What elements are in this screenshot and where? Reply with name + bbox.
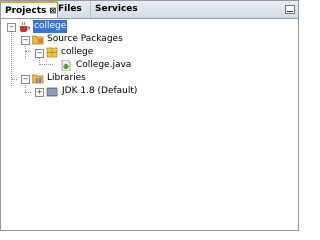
tab-bar: Projects ⊠ Files Services bbox=[1, 1, 298, 19]
tab-services-label: Services bbox=[95, 4, 138, 14]
libraries-folder-icon bbox=[32, 74, 44, 84]
package-icon bbox=[46, 47, 58, 58]
projects-panel: Projects ⊠ Files Services − college − So… bbox=[0, 0, 299, 231]
source-folder-icon bbox=[32, 35, 44, 45]
libraries-label: Libraries bbox=[47, 73, 86, 83]
tab-services[interactable]: Services bbox=[90, 1, 149, 18]
jdk-library-icon bbox=[46, 87, 58, 97]
project-tree[interactable]: − college − Source Packages − college Co… bbox=[1, 19, 298, 230]
collapse-icon[interactable]: − bbox=[21, 75, 30, 84]
java-file-icon bbox=[61, 60, 71, 71]
tree-connector bbox=[25, 92, 31, 93]
java-project-icon bbox=[20, 21, 30, 32]
collapse-icon[interactable]: − bbox=[35, 49, 44, 58]
collapse-icon[interactable]: − bbox=[21, 36, 30, 45]
expand-icon[interactable]: + bbox=[35, 88, 44, 97]
collapse-icon[interactable]: − bbox=[7, 23, 16, 32]
project-label: college bbox=[33, 20, 68, 33]
tree-connector bbox=[25, 51, 31, 52]
tree-connector bbox=[11, 30, 12, 86]
tab-projects-label: Projects bbox=[5, 6, 47, 16]
file-label: College.java bbox=[76, 60, 132, 70]
jdk-label: JDK 1.8 (Default) bbox=[62, 86, 138, 96]
tab-projects[interactable]: Projects ⊠ bbox=[1, 1, 58, 18]
source-packages-label: Source Packages bbox=[47, 34, 123, 44]
minimize-icon[interactable] bbox=[285, 5, 295, 14]
package-label: college bbox=[61, 47, 94, 57]
tree-connector bbox=[11, 79, 17, 80]
tree-connector bbox=[25, 85, 26, 92]
tree-connector bbox=[39, 64, 53, 65]
tab-files-label: Files bbox=[58, 4, 82, 14]
